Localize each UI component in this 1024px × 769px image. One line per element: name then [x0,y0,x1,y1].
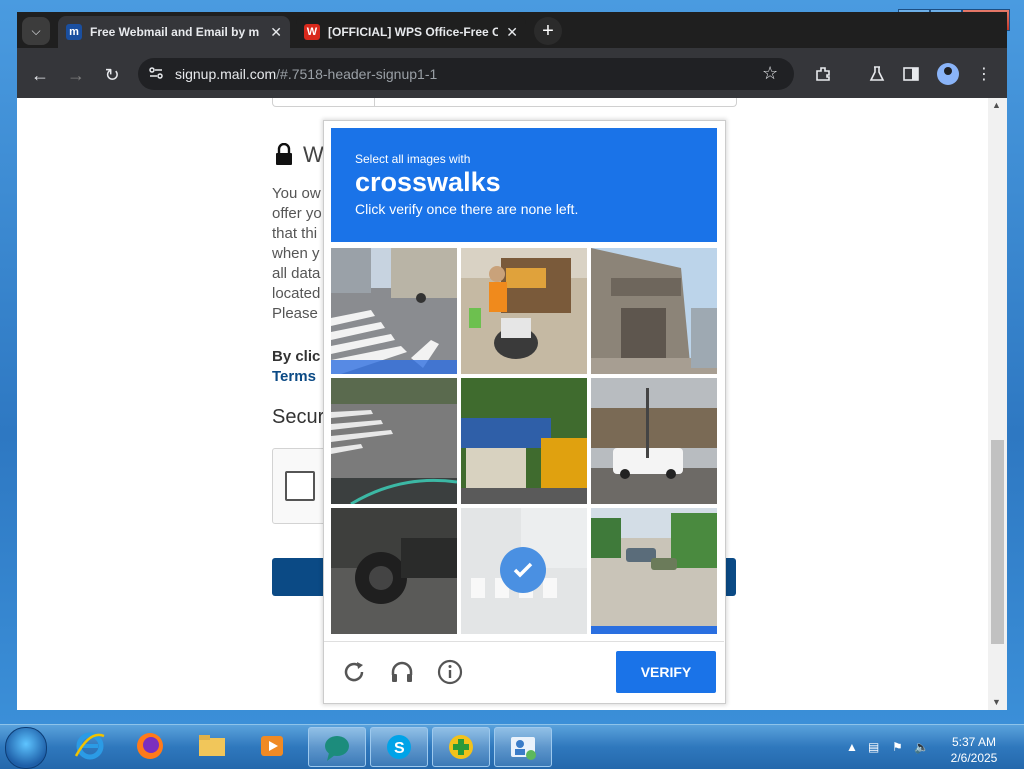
firefox-icon[interactable] [122,727,178,765]
input-divider [374,98,375,106]
security-heading: Secur [272,406,325,428]
reload-challenge-icon[interactable] [340,658,368,686]
captcha-tile-5[interactable] [461,378,587,504]
contacts-app-icon[interactable] [494,727,552,767]
captcha-tile-2[interactable] [461,248,587,374]
internet-explorer-icon[interactable] [62,727,118,765]
forward-icon[interactable]: → [64,63,88,87]
challenge-target: crosswalks [355,167,501,197]
network-icon[interactable]: ▤ [868,740,879,754]
tab-title: [OFFICIAL] WPS Office-Free Of [328,25,499,39]
close-tab-icon[interactable]: ✕ [506,24,518,41]
plus-app-icon[interactable] [432,727,490,767]
clock-date: 2/6/2025 [950,751,998,765]
captcha-tile-3[interactable] [591,248,717,374]
reload-icon[interactable]: ↻ [100,63,124,87]
tab-title: Free Webmail and Email by m [90,25,260,39]
show-hidden-icons[interactable]: ▲ [846,740,858,754]
tab-mail[interactable]: m Free Webmail and Email by m ✕ [58,16,290,48]
scroll-up-icon[interactable]: ▲ [992,100,1001,110]
challenge-instruction: Select all images with [355,152,471,166]
bookmark-star-icon[interactable]: ☆ [762,63,778,84]
url-text: signup.mail.com/#.7518-header-signup1-1 [175,66,438,82]
back-icon[interactable]: ← [28,63,52,87]
captcha-tile-4[interactable] [331,378,457,504]
lock-icon [274,142,294,165]
menu-kebab-icon[interactable]: ⋮ [973,63,995,85]
selected-check-icon [500,547,546,593]
site-info-icon[interactable] [148,65,164,81]
tab-wps[interactable]: W [OFFICIAL] WPS Office-Free Of ✕ [296,16,526,48]
verify-button[interactable]: VERIFY [616,651,716,693]
side-panel-icon[interactable] [900,63,922,85]
close-tab-icon[interactable]: ✕ [270,24,282,41]
captcha-tile-6[interactable] [591,378,717,504]
wps-icon: W [304,24,320,40]
captcha-tile-1[interactable] [331,248,457,374]
captcha-tile-8-selected[interactable] [461,508,587,634]
labs-flask-icon[interactable] [866,63,888,85]
mail-com-icon: m [66,24,82,40]
challenge-subtext: Click verify once there are none left. [355,201,579,217]
skype-icon[interactable]: S [370,727,428,767]
captcha-tile-7[interactable] [331,508,457,634]
media-player-icon[interactable] [244,727,300,765]
file-explorer-icon[interactable] [184,727,240,765]
profile-avatar[interactable] [937,63,959,85]
svg-text:S: S [394,740,405,757]
scrollbar-thumb[interactable] [991,440,1004,644]
agreement-text: By clic [272,348,321,365]
terms-link[interactable]: Terms [272,368,316,385]
info-icon[interactable] [436,658,464,686]
volume-muted-icon[interactable]: 🔈 [914,740,929,754]
start-button[interactable] [5,727,47,769]
audio-challenge-icon[interactable] [388,658,416,686]
new-tab-button[interactable]: + [534,17,562,45]
system-clock[interactable]: 5:37 AM 2/6/2025 [944,734,1004,766]
privacy-paragraph: You ow offer yo that thi when y all data… [272,185,322,322]
signup-input-field[interactable] [272,98,737,107]
clock-time: 5:37 AM [951,735,997,749]
action-center-flag-icon[interactable]: ⚑ [892,740,903,754]
captcha-checkbox[interactable] [285,471,315,501]
captcha-tile-9[interactable] [591,508,717,634]
popup-footer-divider [324,641,724,642]
chat-app-icon[interactable] [308,727,366,767]
scroll-down-icon[interactable]: ▼ [992,697,1001,707]
tab-search-button[interactable]: ⌵ [22,17,50,45]
extensions-icon[interactable] [812,63,834,85]
